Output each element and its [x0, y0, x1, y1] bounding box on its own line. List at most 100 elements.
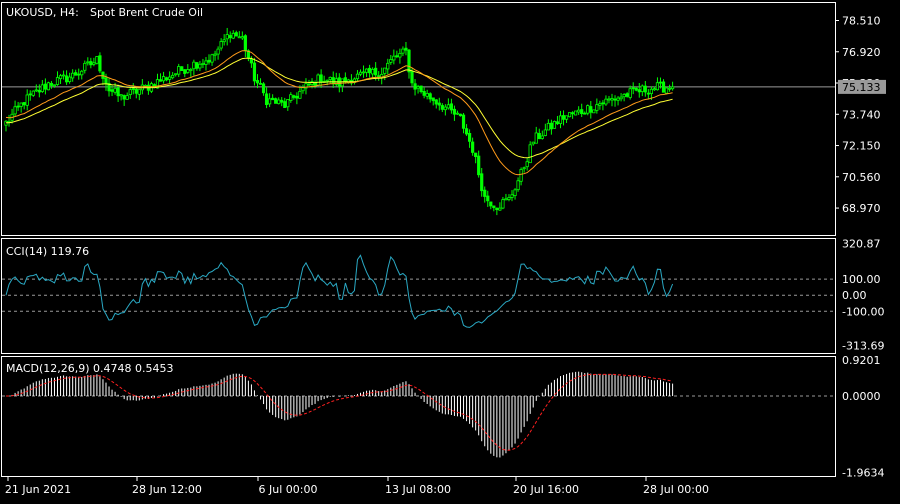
candle-body — [249, 58, 254, 64]
candle-body — [395, 55, 399, 58]
price-tick-label: 76.920 — [842, 46, 881, 59]
candle — [80, 69, 84, 80]
chart-canvas[interactable]: 78.51076.92075.33073.74072.15070.56068.9… — [0, 0, 900, 500]
candle-body — [437, 102, 441, 106]
candle — [477, 150, 481, 178]
candle — [98, 52, 102, 74]
candle — [7, 114, 11, 127]
candle-body — [434, 99, 438, 105]
candle — [643, 80, 647, 97]
candle — [43, 78, 47, 95]
candle — [531, 141, 535, 146]
candle — [589, 101, 593, 119]
candle — [595, 98, 599, 114]
candle — [386, 58, 390, 75]
candle — [34, 84, 38, 93]
candle — [486, 190, 490, 207]
candle — [628, 85, 632, 100]
candle-body — [522, 167, 526, 170]
candle — [434, 99, 438, 109]
current-price-value: 75.133 — [842, 81, 881, 94]
candle-body — [652, 88, 657, 91]
candle — [495, 207, 499, 216]
candle-body — [516, 180, 520, 191]
candle-body — [486, 195, 490, 202]
price-panel-frame — [1, 2, 836, 236]
candle — [255, 74, 260, 89]
cci-label: CCI(14) 119.76 — [6, 245, 89, 258]
candle-body — [174, 73, 178, 76]
candle-body — [161, 76, 166, 82]
candle-body — [58, 75, 63, 80]
macd-panel[interactable] — [2, 371, 835, 458]
candle-body — [71, 72, 75, 79]
candle-body — [416, 86, 420, 89]
candle-body — [201, 62, 205, 65]
candle-body — [589, 106, 593, 113]
candle — [389, 54, 393, 65]
candle-body — [207, 59, 211, 63]
candle-body — [546, 122, 550, 131]
candle — [328, 76, 332, 84]
candle — [92, 57, 96, 67]
candle-body — [537, 132, 541, 140]
candle — [422, 87, 426, 99]
price-tick-label: 73.740 — [842, 108, 881, 121]
candle — [161, 71, 166, 84]
candle-body — [540, 135, 544, 139]
price-tick-label: 70.560 — [842, 171, 881, 184]
candle-body — [301, 87, 305, 92]
candle-body — [213, 53, 217, 56]
candle-body — [519, 169, 523, 182]
candle-body — [567, 112, 572, 118]
candle — [131, 83, 135, 95]
candle — [289, 92, 293, 103]
candle — [471, 137, 475, 156]
candle-body — [195, 62, 199, 69]
candle-body — [55, 77, 60, 85]
candle — [440, 103, 444, 113]
candle-body — [137, 89, 141, 95]
candle — [186, 64, 190, 74]
candle-body — [180, 66, 184, 71]
candle — [613, 95, 617, 107]
candle-body — [646, 92, 650, 95]
time-tick-label: 13 Jul 08:00 — [385, 483, 451, 496]
candle-body — [452, 108, 457, 115]
symbol-description: Spot Brent Crude Oil — [90, 6, 203, 19]
candle-body — [98, 55, 102, 72]
candle-body — [577, 109, 581, 113]
candle — [404, 41, 408, 56]
candle — [74, 69, 78, 76]
candle-body — [122, 95, 126, 100]
price-panel[interactable] — [2, 27, 835, 216]
candle — [549, 119, 554, 135]
candle-body — [543, 129, 547, 136]
candle-body — [513, 189, 517, 196]
cci-panel[interactable] — [2, 254, 835, 328]
time-tick-label: 6 Jul 00:00 — [259, 483, 318, 496]
candle — [455, 110, 460, 115]
candle — [352, 77, 357, 85]
candle-body — [228, 35, 232, 39]
candle-body — [664, 87, 669, 94]
candle — [543, 123, 547, 137]
trading-chart[interactable]: 78.51076.92075.33073.74072.15070.56068.9… — [0, 0, 900, 500]
candle — [619, 93, 623, 102]
time-tick-label: 21 Jun 2021 — [5, 483, 71, 496]
candle — [574, 110, 578, 116]
candle — [489, 201, 493, 210]
candle-body — [495, 207, 499, 210]
macd-tick-label: -1.9634 — [842, 467, 884, 480]
candle-body — [474, 152, 478, 157]
candle-body — [592, 109, 596, 114]
cci-tick-label: -313.69 — [842, 340, 884, 353]
candle — [180, 66, 184, 71]
candle-body — [204, 60, 208, 65]
candle-body — [534, 132, 538, 144]
candle — [492, 205, 496, 212]
candle — [349, 74, 354, 86]
candle — [528, 141, 532, 164]
candle-body — [186, 69, 190, 73]
candle — [337, 73, 341, 93]
